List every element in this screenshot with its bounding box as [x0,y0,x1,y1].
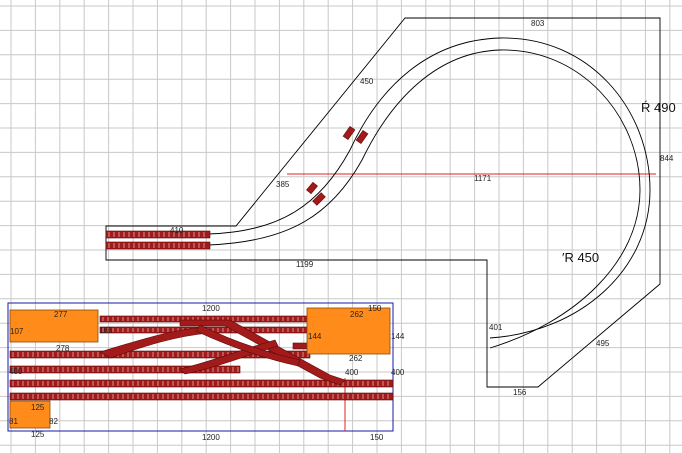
yard-spur-right [292,342,308,350]
dim-yard-top: 1200 [202,304,220,313]
dim-right-low: 400 [345,368,359,377]
dim-left-low: 400 [9,367,23,376]
dim-right-panel-height: 144 [308,332,322,341]
dim-loop-center: 1171 [474,174,492,183]
dim-small-panel-bottom: 125 [31,430,45,439]
dim-right-panel-width: 262 [350,310,364,319]
loop-entry-track-lower [105,241,211,250]
dim-right-low-2: 400 [391,368,405,377]
dim-loop-inner-top: 410 [170,226,184,235]
dim-small-panel-width: 125 [31,403,45,412]
dim-left-panel-height: 107 [10,327,24,336]
label-radius-outer: Ŕ 490 [641,100,676,115]
dim-left-panel-width: 277 [54,310,68,319]
dim-yard-top-right: 150 [368,304,382,313]
dim-loop-bottom: 1199 [296,260,314,269]
loop-entry-track-upper [105,230,211,239]
dim-yard-bottom-right: 150 [370,433,384,442]
dim-right-inner: 262 [349,354,363,363]
dim-loop-diag-upper: 450 [360,77,374,86]
label-radius-inner: ′R 450 [562,250,599,265]
dim-small-panel-height: 81 [9,417,18,426]
dim-loop-lower-right: 495 [596,339,610,348]
dim-left-inner: 186 [99,326,113,335]
dim-yard-bottom: 1200 [202,433,220,442]
dim-loop-right: 844 [660,154,674,163]
dim-loop-top: 803 [531,19,545,28]
dim-small-panel-side: 82 [49,417,58,426]
loop-track-outer-rail [207,37,651,339]
track-plan-canvas: 803 450 Ŕ 490 844 385 1171 410 1199 ′R 4… [0,0,682,453]
dim-mid-left: 278 [56,344,70,353]
yard-panel-right [306,307,391,355]
yard-track-6 [9,392,394,401]
dim-loop-entry: 401 [489,323,503,332]
dim-loop-left-diag: 385 [276,180,290,189]
dim-right-edge: 144 [391,332,405,341]
dim-loop-foot: 156 [513,388,527,397]
